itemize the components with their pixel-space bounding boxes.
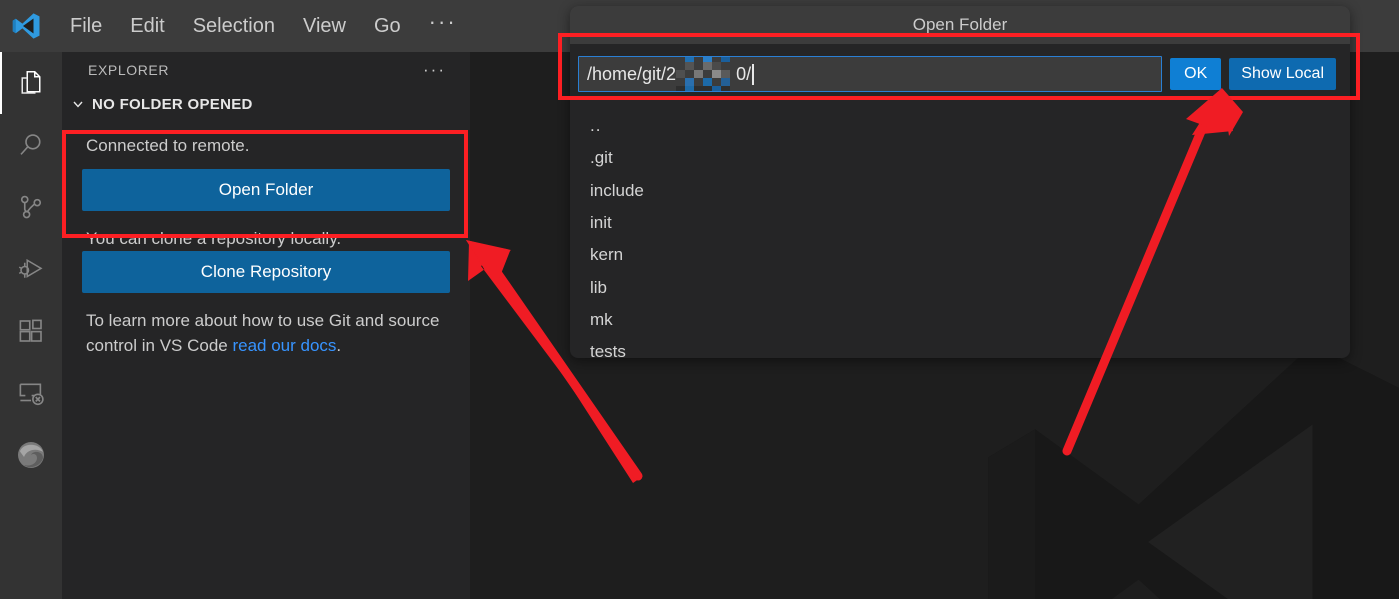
connected-to-remote-text: Connected to remote.	[86, 134, 450, 159]
sidebar-explorer: EXPLORER ··· NO FOLDER OPENED Connected …	[62, 52, 470, 599]
activity-bar-item-run-debug[interactable]	[0, 238, 62, 300]
edge-browser-icon	[15, 439, 47, 471]
remote-explorer-icon	[16, 378, 46, 408]
text-cursor-icon	[752, 64, 754, 85]
clone-repository-button[interactable]: Clone Repository	[82, 251, 450, 293]
docs-help-text: To learn more about how to use Git and s…	[86, 309, 450, 358]
folder-path-input[interactable]: /home/git/2	[578, 56, 1162, 92]
ok-button[interactable]: OK	[1170, 58, 1221, 90]
sidebar-section-label: NO FOLDER OPENED	[92, 96, 253, 113]
clone-hint-text: You can clone a repository locally.	[86, 227, 450, 252]
folder-path-value-prefix: /home/git/2	[587, 64, 676, 85]
activity-bar-item-source-control[interactable]	[0, 176, 62, 238]
sidebar-header: EXPLORER ···	[62, 52, 470, 88]
menu-view[interactable]: View	[289, 8, 360, 44]
menu-bar: File Edit Selection View Go ···	[56, 7, 471, 45]
sidebar-title: EXPLORER	[88, 62, 169, 78]
menu-overflow-icon[interactable]: ···	[415, 7, 471, 45]
dialog-title: Open Folder	[913, 15, 1008, 35]
folder-entry-git[interactable]: .git	[570, 142, 1350, 174]
sidebar-section-no-folder-opened[interactable]: NO FOLDER OPENED	[62, 88, 470, 120]
folder-entry-mk[interactable]: mk	[570, 304, 1350, 336]
folder-entry-parent[interactable]: ..	[570, 110, 1350, 142]
extensions-icon	[16, 316, 46, 346]
chevron-down-icon	[70, 96, 86, 112]
explorer-files-icon	[16, 68, 46, 98]
search-icon	[16, 130, 46, 160]
activity-bar-item-search[interactable]	[0, 114, 62, 176]
docs-help-text-after: .	[336, 336, 341, 355]
folder-entry-init[interactable]: init	[570, 207, 1350, 239]
sidebar-more-actions-icon[interactable]: ···	[423, 65, 446, 75]
sidebar-body: Connected to remote. Open Folder You can…	[62, 134, 470, 359]
menu-edit[interactable]: Edit	[116, 8, 178, 44]
folder-path-value-suffix: 0/	[736, 64, 751, 85]
show-local-button[interactable]: Show Local	[1229, 58, 1336, 90]
vscode-window: File Edit Selection View Go ···	[0, 0, 1399, 599]
read-our-docs-link[interactable]: read our docs	[232, 336, 336, 355]
run-and-debug-icon	[16, 254, 46, 284]
folder-entry-lib[interactable]: lib	[570, 272, 1350, 304]
activity-bar-item-extensions[interactable]	[0, 300, 62, 362]
menu-go[interactable]: Go	[360, 8, 415, 44]
folder-entry-include[interactable]: include	[570, 175, 1350, 207]
activity-bar	[0, 52, 62, 599]
source-control-icon	[16, 192, 46, 222]
activity-bar-item-explorer[interactable]	[0, 52, 62, 114]
dialog-input-row: /home/git/2	[570, 44, 1350, 104]
open-folder-dialog: Open Folder /home/git/2	[570, 6, 1350, 358]
menu-selection[interactable]: Selection	[179, 8, 289, 44]
menu-file[interactable]: File	[56, 8, 116, 44]
redacted-path-segment	[676, 63, 736, 85]
folder-entry-list: .. .git include init kern lib mk tests t…	[570, 104, 1350, 358]
open-folder-button[interactable]: Open Folder	[82, 169, 450, 211]
folder-entry-kern[interactable]: kern	[570, 239, 1350, 271]
dialog-header: Open Folder	[570, 6, 1350, 44]
activity-bar-item-browser[interactable]	[0, 424, 62, 486]
vscode-logo-icon	[0, 0, 52, 52]
activity-bar-item-remote-explorer[interactable]	[0, 362, 62, 424]
folder-entry-tests[interactable]: tests	[570, 336, 1350, 358]
